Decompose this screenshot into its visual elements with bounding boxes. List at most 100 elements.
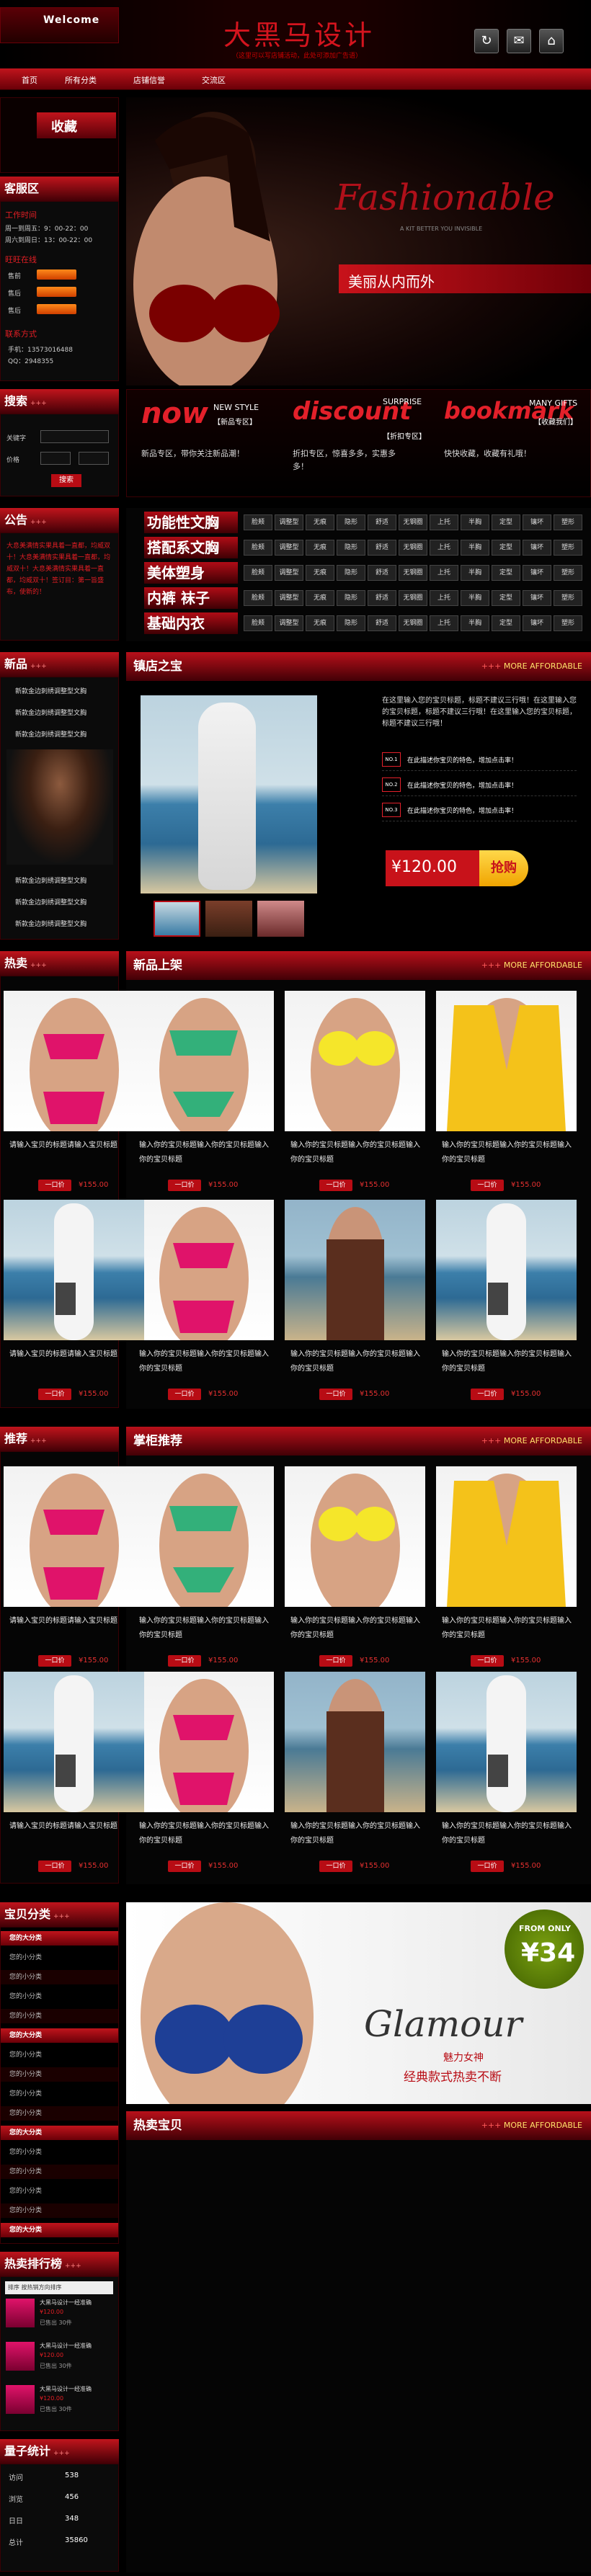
recommend-card-2[interactable]: 请输入宝贝的标题请输入宝贝标题 一口价 ¥155.00	[4, 1672, 144, 1881]
manager-pick-photo-5[interactable]	[285, 1672, 425, 1812]
new-arrival-buy-button-2[interactable]: 一口价	[319, 1180, 352, 1191]
category-chip-5-5[interactable]: 舒适	[368, 615, 396, 631]
category-chip-2-6[interactable]: 无钢圈	[399, 540, 427, 556]
manager-pick-buy-button-6[interactable]: 一口价	[471, 1860, 504, 1872]
new-arrival-photo-1[interactable]	[133, 991, 274, 1131]
category-chip-1-6[interactable]: 无钢圈	[399, 514, 427, 530]
hot-buy-button-1[interactable]: 一口价	[38, 1180, 71, 1191]
new-arrival-card-5[interactable]: 输入你的宝贝标题输入你的宝贝标题输入你的宝贝标题 一口价 ¥155.00	[285, 1200, 425, 1409]
category-chip-2-4[interactable]: 隐形	[337, 540, 365, 556]
new-arrival-card-6[interactable]: 输入你的宝贝标题输入你的宝贝标题输入你的宝贝标题 一口价 ¥155.00	[436, 1200, 577, 1409]
category-chip-3-7[interactable]: 上托	[430, 565, 458, 581]
category-chip-4-2[interactable]: 调整型	[275, 590, 303, 606]
ranking-thumb-1[interactable]	[6, 2299, 35, 2327]
category-chip-5-1[interactable]: 脸颊	[244, 615, 272, 631]
manager-pick-more[interactable]: MORE AFFORDABLE	[481, 1427, 582, 1456]
new-arrival-card-3[interactable]: 输入你的宝贝标题输入你的宝贝标题输入你的宝贝标题 一口价 ¥155.00	[436, 991, 577, 1200]
menu-item-13[interactable]: 您的小分类	[1, 2165, 118, 2179]
category-label-2[interactable]: 搭配系文胸	[144, 537, 238, 558]
category-chip-2-2[interactable]: 调整型	[275, 540, 303, 556]
category-chip-2-11[interactable]: 塑形	[554, 540, 582, 556]
category-chip-2-10[interactable]: 镶坏	[523, 540, 551, 556]
recommend-photo-1[interactable]	[4, 1466, 144, 1607]
new-arrival-card-1[interactable]: 输入你的宝贝标题输入你的宝贝标题输入你的宝贝标题 一口价 ¥155.00	[133, 991, 274, 1200]
hot-title-2[interactable]: 请输入宝贝的标题请输入宝贝标题	[9, 1347, 139, 1362]
recommend-title-1[interactable]: 请输入宝贝的标题请输入宝贝标题	[9, 1614, 139, 1628]
new-arrival-photo-6[interactable]	[436, 1200, 577, 1340]
category-chip-3-11[interactable]: 塑形	[554, 565, 582, 581]
new-product-item-3[interactable]: 新款金边刺绣调整型文胸	[15, 729, 86, 739]
treasure-thumb-1[interactable]	[154, 901, 200, 937]
menu-item-12[interactable]: 您的小分类	[1, 2145, 118, 2160]
category-chip-5-10[interactable]: 镶坏	[523, 615, 551, 631]
category-chip-1-4[interactable]: 隐形	[337, 514, 365, 530]
cart-icon[interactable]: ⌂	[539, 29, 564, 53]
hot-photo-1[interactable]	[4, 991, 144, 1131]
category-chip-5-11[interactable]: 塑形	[554, 615, 582, 631]
category-chip-2-1[interactable]: 脸颊	[244, 540, 272, 556]
category-chip-3-3[interactable]: 无痕	[306, 565, 334, 581]
category-chip-5-7[interactable]: 上托	[430, 615, 458, 631]
recommend-buy-button-1[interactable]: 一口价	[38, 1655, 71, 1667]
category-chip-1-8[interactable]: 半胸	[461, 514, 489, 530]
new-product-item-6[interactable]: 新款金边刺绣调整型文胸	[15, 919, 86, 928]
new-arrival-title-4[interactable]: 输入你的宝贝标题输入你的宝贝标题输入你的宝贝标题	[139, 1347, 269, 1376]
category-chip-4-9[interactable]: 定型	[492, 590, 520, 606]
new-arrival-buy-button-1[interactable]: 一口价	[168, 1180, 201, 1191]
manager-pick-photo-6[interactable]	[436, 1672, 577, 1812]
recommend-buy-button-2[interactable]: 一口价	[38, 1860, 71, 1872]
wangwang-button-3[interactable]	[37, 304, 76, 314]
glamour-banner[interactable]: FROM ONLY ¥34 Glamour 魅力女神 经典款式热卖不断	[126, 1902, 591, 2104]
category-label-3[interactable]: 美体塑身	[144, 562, 238, 584]
manager-pick-card-1[interactable]: 输入你的宝贝标题输入你的宝贝标题输入你的宝贝标题 一口价 ¥155.00	[133, 1466, 274, 1675]
category-chip-4-3[interactable]: 无痕	[306, 590, 334, 606]
category-chip-4-4[interactable]: 隐形	[337, 590, 365, 606]
category-chip-2-3[interactable]: 无痕	[306, 540, 334, 556]
new-product-item-2[interactable]: 新款金边刺绣调整型文胸	[15, 708, 86, 717]
hot-title-1[interactable]: 请输入宝贝的标题请输入宝贝标题	[9, 1138, 139, 1153]
new-arrival-title-6[interactable]: 输入你的宝贝标题输入你的宝贝标题输入你的宝贝标题	[442, 1347, 572, 1376]
menu-item-8[interactable]: 您的小分类	[1, 2067, 118, 2082]
category-label-5[interactable]: 基础内衣	[144, 612, 238, 634]
manager-pick-title-3[interactable]: 输入你的宝贝标题输入你的宝贝标题输入你的宝贝标题	[442, 1614, 572, 1643]
category-chip-1-7[interactable]: 上托	[430, 514, 458, 530]
wangwang-button-1[interactable]	[37, 269, 76, 280]
new-arrival-buy-button-5[interactable]: 一口价	[319, 1389, 352, 1400]
promo-discount[interactable]: discount SURPRISE 【折扣专区】 折扣专区，惊喜多多，实惠多多！	[293, 397, 433, 491]
menu-item-1[interactable]: 您的大分类	[1, 1931, 118, 1946]
menu-item-6[interactable]: 您的大分类	[1, 2028, 118, 2043]
category-chip-4-7[interactable]: 上托	[430, 590, 458, 606]
hot-card-1[interactable]: 请输入宝贝的标题请输入宝贝标题 一口价 ¥155.00	[4, 991, 144, 1200]
category-chip-2-5[interactable]: 舒适	[368, 540, 396, 556]
mail-icon[interactable]: ✉	[507, 29, 531, 53]
treasure-thumb-2[interactable]	[205, 901, 252, 937]
category-chip-4-11[interactable]: 塑形	[554, 590, 582, 606]
nav-forum[interactable]: 交流区	[202, 74, 226, 86]
ranking-name-1[interactable]: 大黑马设计一经准确	[40, 2299, 92, 2307]
price-max-input[interactable]	[79, 452, 109, 465]
treasure-thumb-3[interactable]	[257, 901, 304, 937]
menu-item-4[interactable]: 您的小分类	[1, 1989, 118, 2004]
manager-pick-photo-1[interactable]	[133, 1466, 274, 1607]
treasure-main-photo[interactable]	[141, 695, 317, 893]
new-arrival-title-5[interactable]: 输入你的宝贝标题输入你的宝贝标题输入你的宝贝标题	[290, 1347, 420, 1376]
recommend-title-2[interactable]: 请输入宝贝的标题请输入宝贝标题	[9, 1819, 139, 1834]
new-arrival-card-2[interactable]: 输入你的宝贝标题输入你的宝贝标题输入你的宝贝标题 一口价 ¥155.00	[285, 991, 425, 1200]
category-chip-5-9[interactable]: 定型	[492, 615, 520, 631]
manager-pick-card-5[interactable]: 输入你的宝贝标题输入你的宝贝标题输入你的宝贝标题 一口价 ¥155.00	[285, 1672, 425, 1881]
menu-item-7[interactable]: 您的小分类	[1, 2048, 118, 2062]
menu-item-16[interactable]: 您的大分类	[1, 2223, 118, 2237]
manager-pick-buy-button-2[interactable]: 一口价	[319, 1655, 352, 1667]
category-chip-1-10[interactable]: 镶坏	[523, 514, 551, 530]
manager-pick-title-2[interactable]: 输入你的宝贝标题输入你的宝贝标题输入你的宝贝标题	[290, 1614, 420, 1643]
menu-item-9[interactable]: 您的小分类	[1, 2087, 118, 2101]
manager-pick-card-2[interactable]: 输入你的宝贝标题输入你的宝贝标题输入你的宝贝标题 一口价 ¥155.00	[285, 1466, 425, 1675]
category-chip-3-10[interactable]: 镶坏	[523, 565, 551, 581]
ranking-name-2[interactable]: 大黑马设计一经准确	[40, 2342, 92, 2350]
wangwang-button-2[interactable]	[37, 287, 76, 297]
new-arrival-photo-2[interactable]	[285, 991, 425, 1131]
menu-item-5[interactable]: 您的小分类	[1, 2009, 118, 2023]
keyword-input[interactable]	[40, 430, 109, 443]
manager-pick-buy-button-1[interactable]: 一口价	[168, 1655, 201, 1667]
category-chip-1-11[interactable]: 塑形	[554, 514, 582, 530]
